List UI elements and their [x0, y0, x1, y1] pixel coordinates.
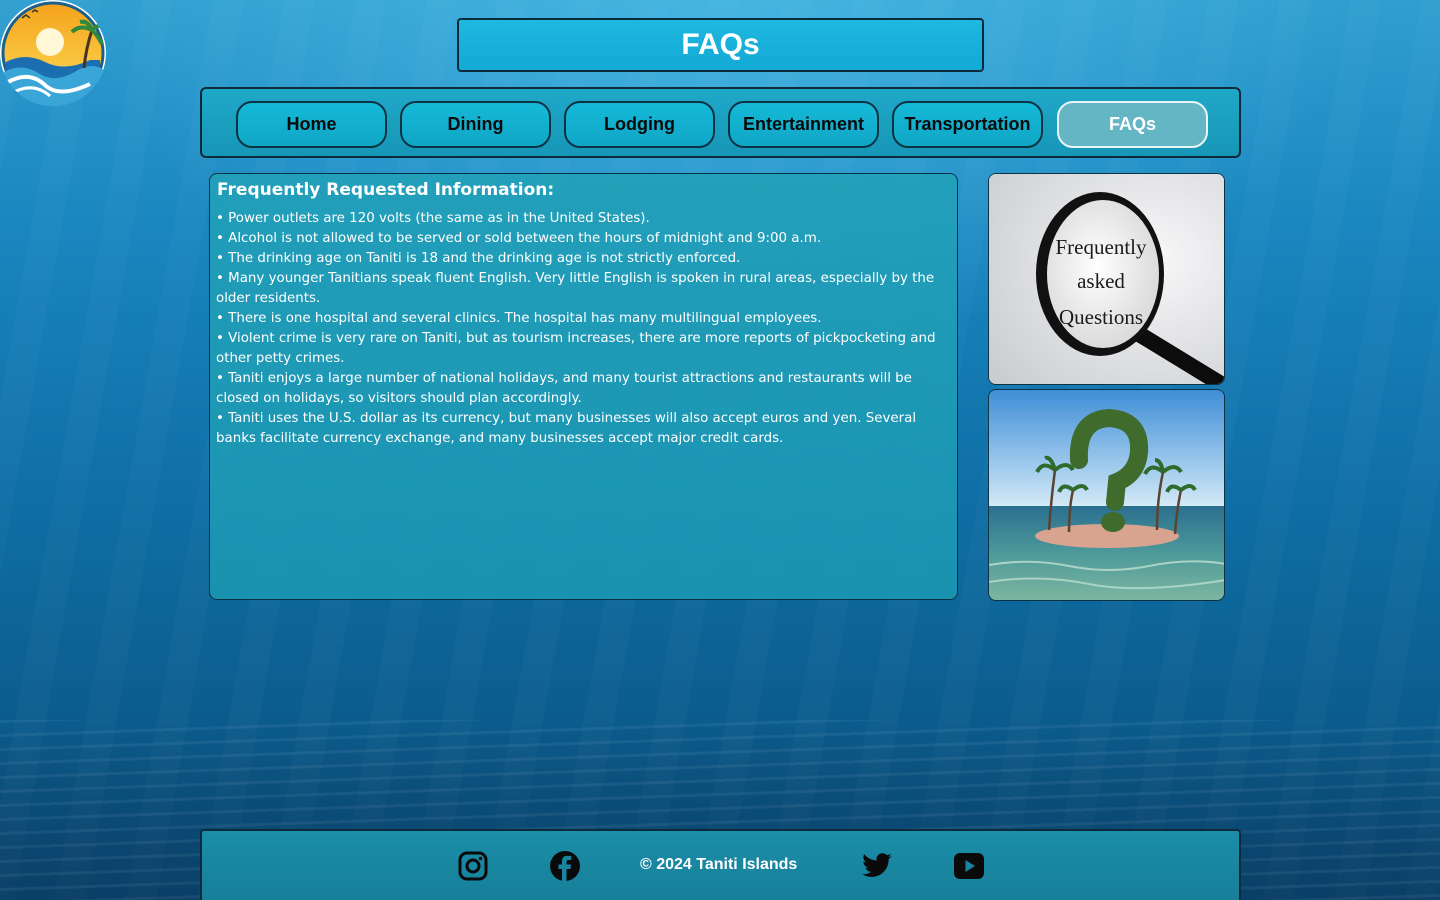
magnifier-text-line-3: Questions — [1059, 305, 1143, 329]
magnifier-text-line-2: asked — [1077, 269, 1125, 293]
twitter-icon[interactable] — [860, 849, 894, 883]
faq-item: • Power outlets are 120 volts (the same … — [216, 211, 650, 226]
faq-item: • The drinking age on Taniti is 18 and t… — [216, 251, 741, 266]
nav-lodging-button[interactable]: Lodging — [564, 101, 715, 148]
nav-dining-button[interactable]: Dining — [400, 101, 551, 148]
instagram-icon[interactable] — [456, 849, 490, 883]
faq-item: • There is one hospital and several clin… — [216, 311, 822, 326]
footer: © 2024 Taniti Islands — [200, 829, 1241, 900]
page-title: FAQs — [681, 28, 760, 61]
faq-panel: Frequently Requested Information: • Powe… — [209, 173, 958, 600]
tropical-beach-sunset-logo-icon — [0, 1, 106, 106]
faq-magnifier-image: Frequently asked Questions — [988, 173, 1225, 385]
faq-item: • Many younger Tanitians speak fluent En… — [216, 271, 935, 306]
site-logo[interactable] — [0, 0, 106, 106]
magnifying-glass-icon: Frequently asked Questions — [989, 174, 1224, 384]
page-title-box: FAQs — [457, 18, 984, 72]
faq-item: • Taniti enjoys a large number of nation… — [216, 371, 912, 406]
nav-transportation-button[interactable]: Transportation — [892, 101, 1043, 148]
main-nav: Home Dining Lodging Entertainment Transp… — [200, 87, 1241, 158]
nav-entertainment-button[interactable]: Entertainment — [728, 101, 879, 148]
nav-faqs-button[interactable]: FAQs — [1057, 101, 1208, 148]
facebook-icon[interactable] — [548, 849, 582, 883]
faq-item: • Alcohol is not allowed to be served or… — [216, 231, 822, 246]
nav-home-button[interactable]: Home — [236, 101, 387, 148]
magnifier-text-line-1: Frequently — [1056, 235, 1147, 259]
faq-heading: Frequently Requested Information: — [217, 180, 555, 200]
island-question-mark-image — [988, 389, 1225, 601]
copyright-text: © 2024 Taniti Islands — [640, 856, 798, 873]
faq-item: • Violent crime is very rare on Taniti, … — [216, 331, 936, 366]
faq-item: • Taniti uses the U.S. dollar as its cur… — [216, 411, 917, 446]
island-question-mark-icon — [989, 390, 1224, 600]
youtube-icon[interactable] — [952, 849, 986, 883]
faq-list: • Power outlets are 120 volts (the same … — [216, 209, 951, 449]
